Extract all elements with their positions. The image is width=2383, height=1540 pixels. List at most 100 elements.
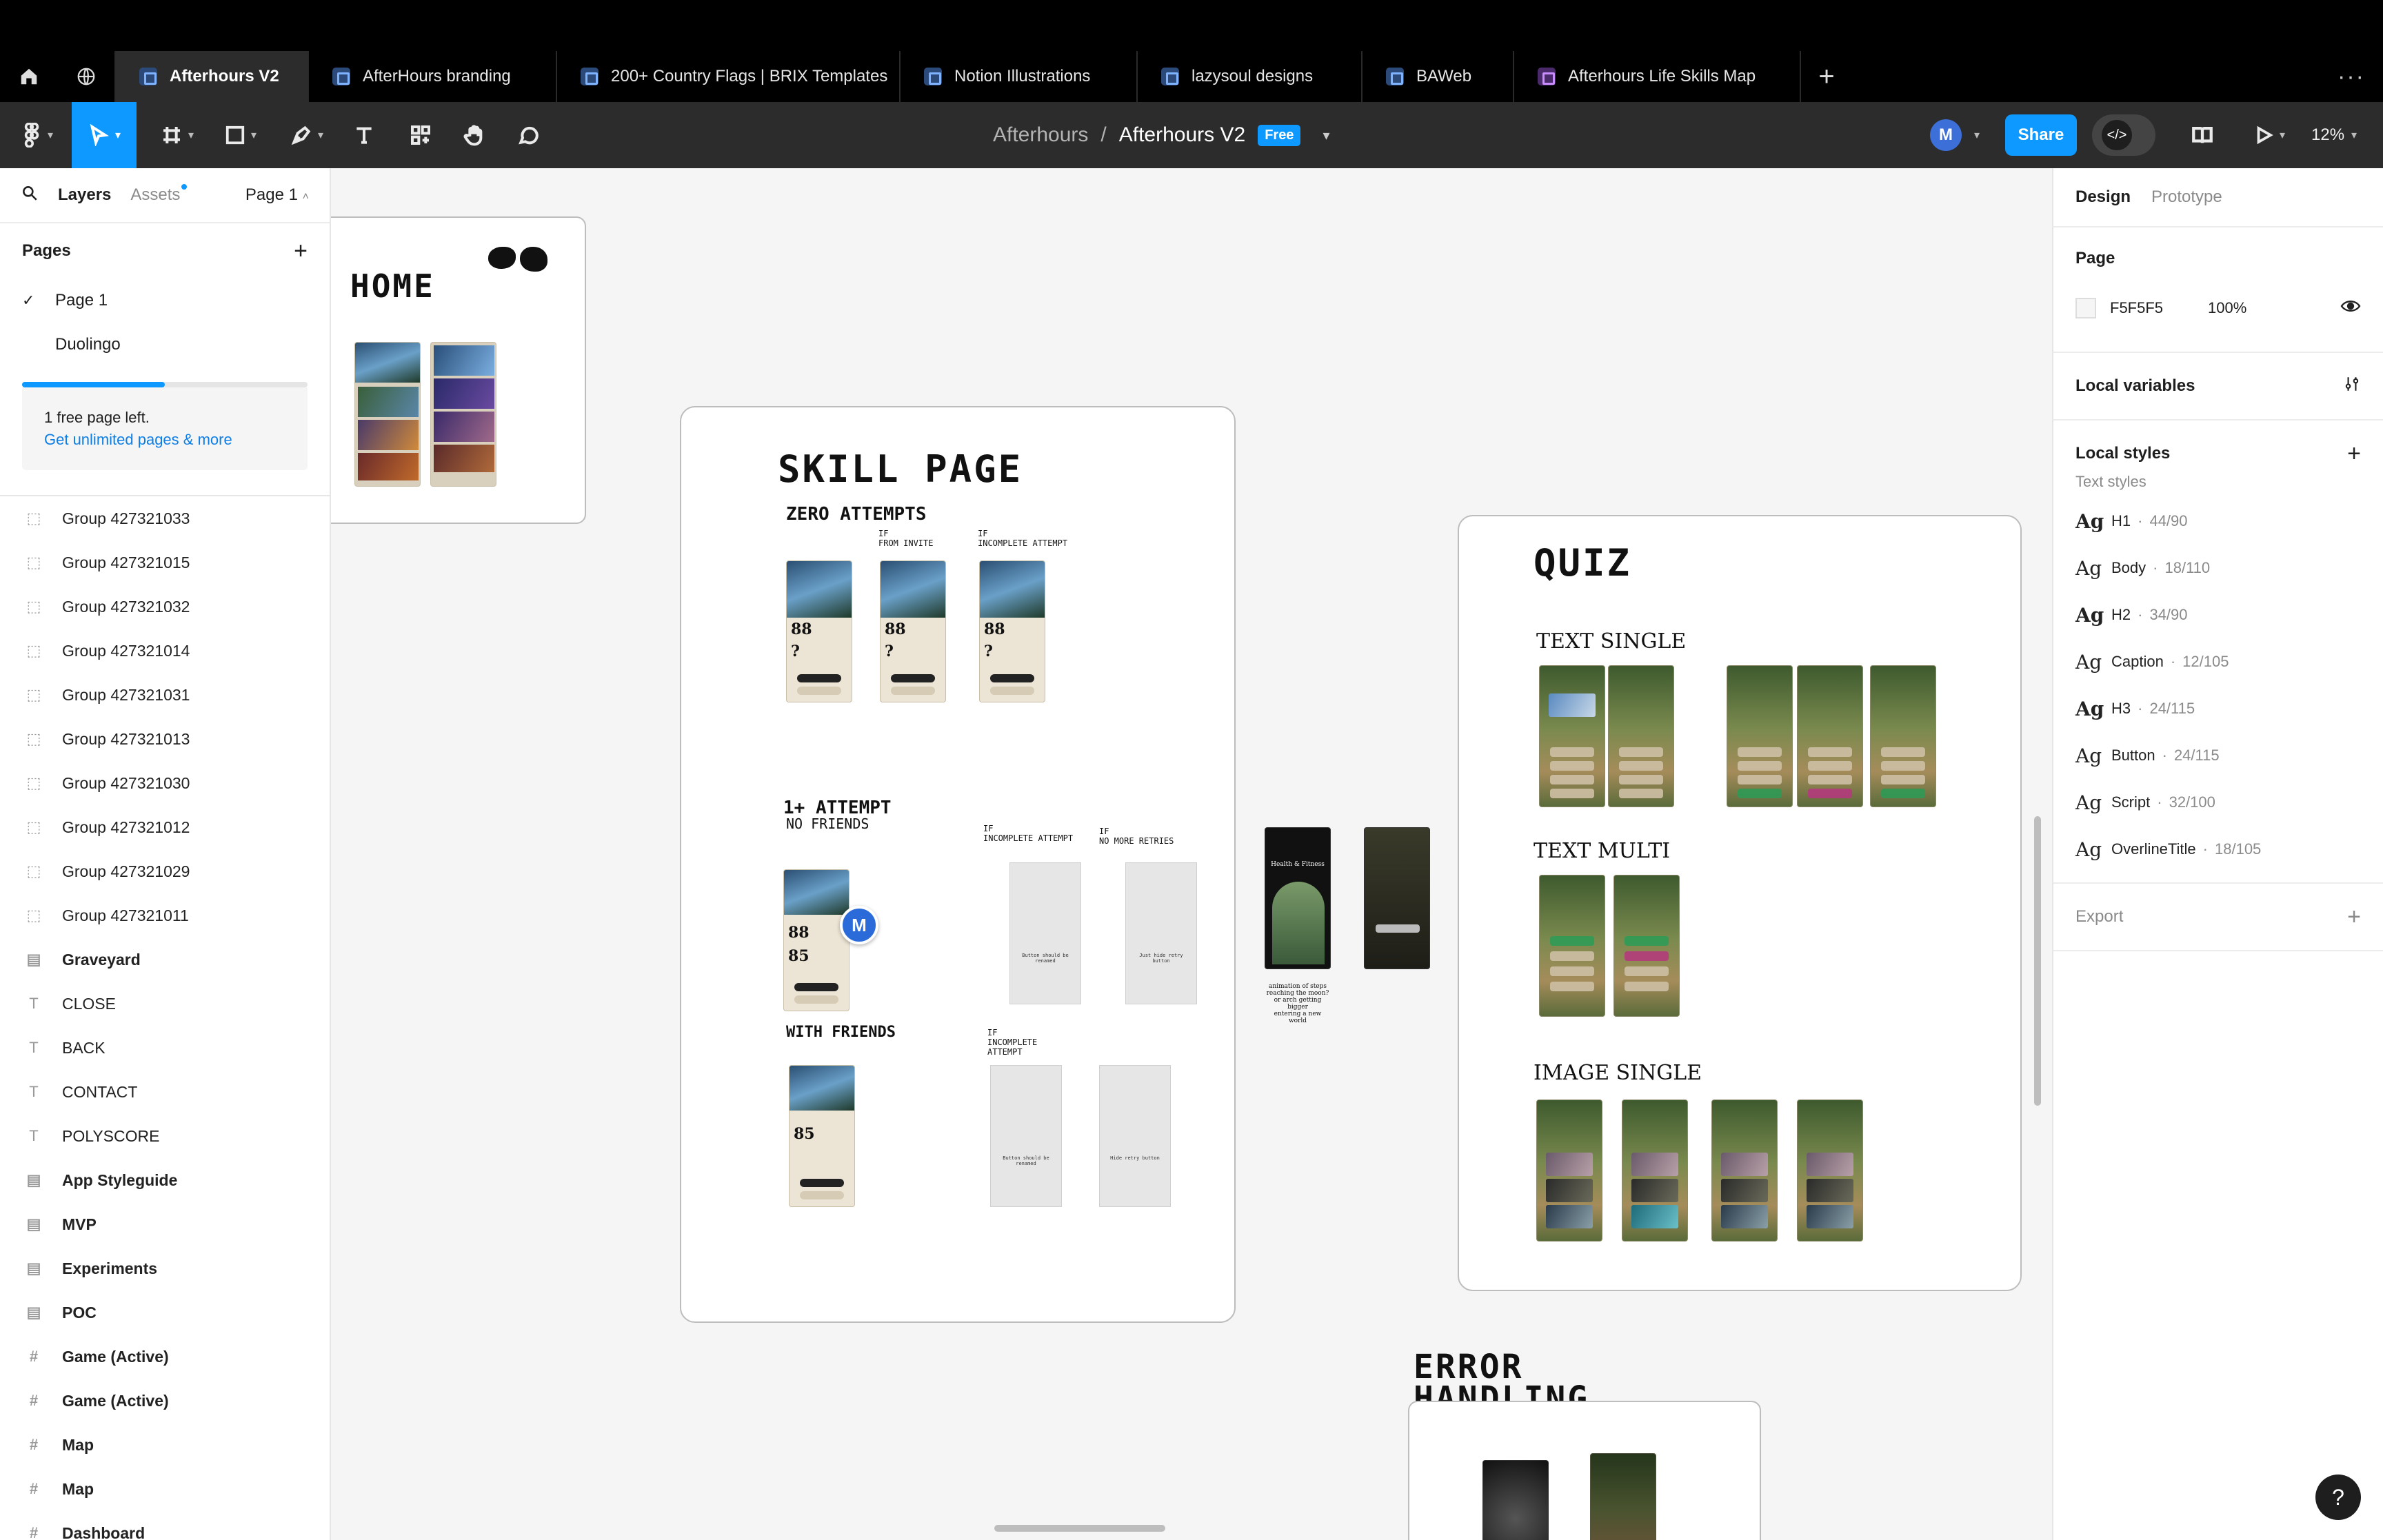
layer-row[interactable]: ▤ Graveyard xyxy=(0,938,330,982)
answer-option-mock xyxy=(1808,747,1852,757)
zoom-control[interactable]: 12% ▾ xyxy=(2311,102,2357,168)
quiz-frame[interactable]: QUIZ TEXT SINGLE TEXT MULTI IMAGE SINGLE xyxy=(1458,515,2022,1291)
page-opacity-value[interactable]: 100% xyxy=(2208,299,2246,317)
layer-row[interactable]: T CLOSE xyxy=(0,982,330,1026)
layer-row[interactable]: T BACK xyxy=(0,1026,330,1070)
layer-row[interactable]: ⬚ Group 427321014 xyxy=(0,629,330,673)
tab-prototype[interactable]: Prototype xyxy=(2151,188,2222,207)
layer-row[interactable]: # Map xyxy=(0,1423,330,1467)
frame-icon: # xyxy=(29,1436,39,1453)
text-style-item[interactable]: Ag H1 · 44/90 xyxy=(2075,498,2361,545)
layer-row[interactable]: # Game (Active) xyxy=(0,1335,330,1379)
layer-row[interactable]: T POLYSCORE xyxy=(0,1114,330,1158)
add-style-plus-icon[interactable]: + xyxy=(2347,440,2361,467)
dev-mode-toggle[interactable]: </> xyxy=(2092,114,2155,156)
answer-option-mock xyxy=(1881,761,1925,771)
layer-row[interactable]: ⬚ Group 427321013 xyxy=(0,717,330,761)
design-canvas[interactable]: HOME SKILL PAGE ZERO ATTEMPTS IF FROM IN… xyxy=(331,168,2052,1540)
layer-row[interactable]: ▤ POC xyxy=(0,1290,330,1335)
search-icon[interactable] xyxy=(21,184,39,207)
horizontal-scrollbar[interactable] xyxy=(994,1525,1165,1532)
text-style-item[interactable]: Ag OverlineTitle · 18/105 xyxy=(2075,826,2361,873)
text-style-item[interactable]: Ag Body · 18/110 xyxy=(2075,545,2361,591)
tab-life-skills-map[interactable]: Afterhours Life Skills Map xyxy=(1514,51,1801,102)
collaborator-cursor-avatar: M xyxy=(840,906,878,944)
new-tab-plus-icon[interactable]: + xyxy=(1801,51,1852,102)
layer-row[interactable]: ▤ MVP xyxy=(0,1202,330,1246)
layer-row[interactable]: ▤ Experiments xyxy=(0,1246,330,1290)
multiplayer-avatar[interactable]: M ▾ xyxy=(1924,102,1986,168)
main-menu-button[interactable]: ▾ xyxy=(10,102,65,168)
skill-page-frame[interactable]: SKILL PAGE ZERO ATTEMPTS IF FROM INVITE … xyxy=(680,406,1236,1323)
page-color-swatch[interactable] xyxy=(2075,298,2096,318)
layer-row[interactable]: ⬚ Group 427321032 xyxy=(0,585,330,629)
more-menu-icon[interactable]: ··· xyxy=(2337,51,2365,102)
home-frame[interactable]: HOME xyxy=(331,216,586,524)
text-style-item[interactable]: Ag Button · 24/115 xyxy=(2075,732,2361,779)
avatar: M xyxy=(1929,119,1962,151)
layer-row[interactable]: ⬚ Group 427321012 xyxy=(0,805,330,849)
layer-row[interactable]: ⬚ Group 427321029 xyxy=(0,849,330,893)
text-icon: T xyxy=(29,1039,39,1056)
text-style-item[interactable]: Ag H2 · 34/90 xyxy=(2075,591,2361,638)
globe-icon[interactable] xyxy=(58,51,116,102)
project-name[interactable]: Afterhours xyxy=(993,123,1088,147)
error-handling-frame[interactable] xyxy=(1408,1401,1761,1540)
frame-tool-button[interactable]: ▾ xyxy=(153,102,201,168)
text-tool-button[interactable] xyxy=(348,102,381,168)
layer-row[interactable]: # Map xyxy=(0,1467,330,1511)
variables-sliders-icon[interactable] xyxy=(2343,374,2361,398)
layer-row[interactable]: ⬚ Group 427321011 xyxy=(0,893,330,938)
hand-tool-button[interactable] xyxy=(458,102,491,168)
tab-country-flags[interactable]: 200+ Country Flags | BRIX Templates xyxy=(557,51,901,102)
layer-row[interactable]: ⬚ Group 427321015 xyxy=(0,540,330,585)
library-button[interactable] xyxy=(2183,102,2222,168)
local-variables-title[interactable]: Local variables xyxy=(2075,376,2195,396)
page-item-page-1[interactable]: ✓ Page 1 xyxy=(0,278,330,323)
comment-tool-button[interactable] xyxy=(512,102,545,168)
upsell-link[interactable]: Get unlimited pages & more xyxy=(44,429,285,451)
page-selector[interactable]: Page 1 ˄ xyxy=(245,185,309,205)
layer-row[interactable]: ⬚ Group 427321030 xyxy=(0,761,330,805)
tab-notion-illustrations[interactable]: Notion Illustrations xyxy=(901,51,1138,102)
layer-name: CLOSE xyxy=(62,994,116,1013)
tab-design[interactable]: Design xyxy=(2075,188,2131,207)
tab-lazysoul-designs[interactable]: lazysoul designs xyxy=(1138,51,1363,102)
page-color-value[interactable]: F5F5F5 xyxy=(2110,299,2194,317)
chevron-down-icon[interactable]: ▾ xyxy=(1323,127,1329,144)
placeholder-note: Button should be renamed xyxy=(1022,953,1069,964)
add-export-plus-icon[interactable]: + xyxy=(2347,904,2361,931)
shape-tool-button[interactable]: ▾ xyxy=(215,102,266,168)
page-item-duolingo[interactable]: Duolingo xyxy=(0,323,330,367)
secondary-button-mock xyxy=(891,687,935,695)
help-button[interactable]: ? xyxy=(2315,1475,2361,1520)
vertical-scrollbar[interactable] xyxy=(2034,816,2041,1106)
home-icon[interactable] xyxy=(0,51,58,102)
file-name[interactable]: Afterhours V2 xyxy=(1119,123,1245,147)
layer-row[interactable]: T CONTACT xyxy=(0,1070,330,1114)
pen-tool-button[interactable]: ▾ xyxy=(281,102,332,168)
text-style-item[interactable]: Ag H3 · 24/115 xyxy=(2075,685,2361,732)
eye-icon[interactable] xyxy=(2340,299,2361,317)
add-page-plus-icon[interactable]: + xyxy=(294,238,308,265)
present-button[interactable]: ▾ xyxy=(2245,102,2293,168)
components-tool-button[interactable] xyxy=(404,102,437,168)
tab-afterhours-v2[interactable]: Afterhours V2 ✕ xyxy=(116,51,309,102)
tab-afterhours-branding[interactable]: AfterHours branding xyxy=(309,51,557,102)
text-style-item[interactable]: Ag Caption · 12/105 xyxy=(2075,638,2361,685)
answer-option-mock xyxy=(1625,966,1669,976)
tab-layers[interactable]: Layers xyxy=(58,185,111,205)
local-variables-section: Local variables xyxy=(2053,353,2383,421)
layer-row[interactable]: # Game (Active) xyxy=(0,1379,330,1423)
tab-baweb[interactable]: BAWeb xyxy=(1363,51,1514,102)
layer-row[interactable]: ⬚ Group 427321031 xyxy=(0,673,330,717)
layer-row[interactable]: ⬚ Group 427321033 xyxy=(0,496,330,540)
tab-assets[interactable]: Assets xyxy=(130,184,188,205)
move-tool-button[interactable]: ▾ xyxy=(72,102,137,168)
layer-row[interactable]: ▤ App Styleguide xyxy=(0,1158,330,1202)
share-button[interactable]: Share xyxy=(2005,114,2077,156)
page-section: Page F5F5F5 100% xyxy=(2053,227,2383,353)
layer-row[interactable]: # Dashboard xyxy=(0,1511,330,1540)
text-style-item[interactable]: Ag Script · 32/100 xyxy=(2075,779,2361,826)
page-background-row[interactable]: F5F5F5 100% xyxy=(2075,290,2361,352)
